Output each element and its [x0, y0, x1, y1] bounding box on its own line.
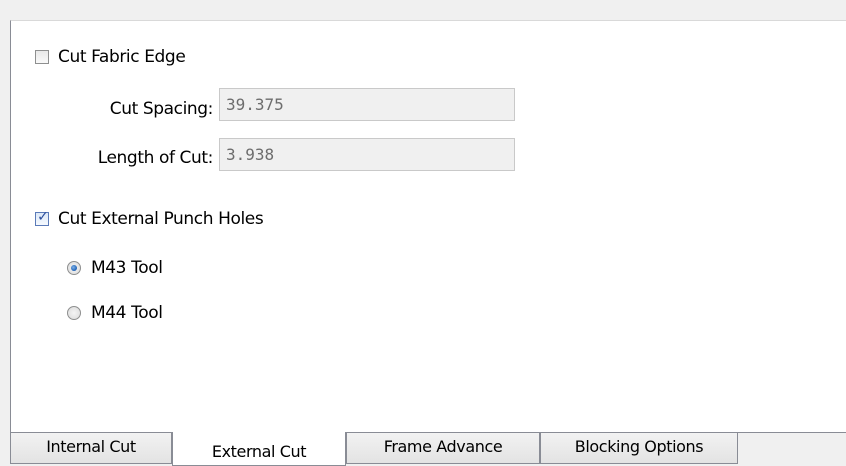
m44-tool-label: M44 Tool	[91, 303, 163, 323]
cut-fabric-edge-option[interactable]: Cut Fabric Edge	[35, 47, 186, 67]
radio-selected-dot-icon	[71, 265, 77, 271]
cut-spacing-field[interactable]	[219, 88, 515, 121]
options-window: Cut Fabric Edge Cut Spacing: Length of C…	[0, 0, 846, 466]
cut-external-punch-holes-checkbox[interactable]: ✓	[35, 209, 49, 226]
m43-tool-option[interactable]: M43 Tool	[67, 258, 163, 278]
length-of-cut-field[interactable]	[219, 138, 515, 171]
m43-tool-label: M43 Tool	[91, 258, 163, 278]
tab-blocking-options[interactable]: Blocking Options	[540, 433, 738, 464]
tab-internal-cut[interactable]: Internal Cut	[10, 433, 172, 464]
cut-fabric-edge-checkbox[interactable]	[35, 50, 49, 64]
m44-tool-option[interactable]: M44 Tool	[67, 303, 163, 323]
external-cut-panel: Cut Fabric Edge Cut Spacing: Length of C…	[10, 20, 846, 432]
tab-external-cut[interactable]: External Cut	[172, 432, 346, 466]
cut-spacing-label: Cut Spacing:	[109, 99, 214, 119]
m43-tool-radio[interactable]	[67, 261, 81, 275]
tab-strip: Internal Cut External Cut Frame Advance …	[10, 432, 846, 466]
cut-fabric-edge-label: Cut Fabric Edge	[58, 47, 186, 67]
cut-external-punch-holes-label: Cut External Punch Holes	[58, 209, 264, 229]
tab-frame-advance[interactable]: Frame Advance	[346, 433, 540, 464]
checkmark-icon: ✓	[37, 209, 49, 225]
length-of-cut-label: Length of Cut:	[97, 148, 214, 168]
cut-external-punch-holes-option[interactable]: ✓ Cut External Punch Holes	[35, 209, 264, 229]
m44-tool-radio[interactable]	[67, 306, 81, 320]
